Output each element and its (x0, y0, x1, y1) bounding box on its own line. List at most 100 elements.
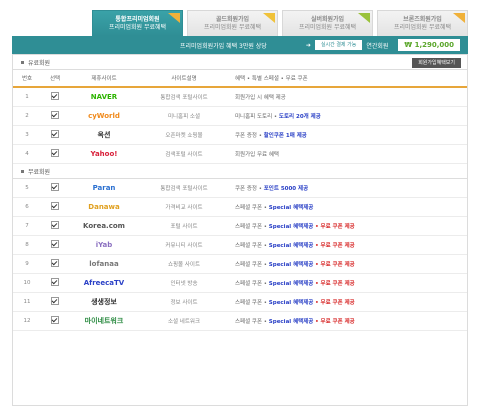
corner-flag-icon (358, 13, 370, 23)
row-checkbox[interactable] (41, 111, 69, 121)
col-info: 혜택 • 특별 스페셜 • 무료 쿠폰 (235, 76, 308, 82)
site-logo[interactable]: Paran (69, 183, 139, 193)
site-logo[interactable]: Yahoo! (69, 149, 139, 159)
tab-title: 통합프리미엄회원 (115, 15, 160, 23)
site-benefits: 스페셜 쿠폰 • Special 혜택제공 • 무료 쿠폰 제공 (229, 279, 467, 287)
row-checkbox[interactable] (41, 259, 69, 269)
benefit-link[interactable]: Special 혜택제공 (269, 319, 314, 325)
check-icon (51, 183, 59, 191)
site-logo[interactable]: lofanaa (69, 259, 139, 269)
benefit-link[interactable]: Special 혜택제공 (269, 205, 314, 211)
total-price: ₩ 1,290,000 (398, 39, 460, 51)
site-benefits: 회원가입 무료 혜택 (229, 150, 467, 158)
check-icon (51, 202, 59, 210)
check-icon (51, 111, 59, 119)
site-description: 소셜 네트워크 (167, 319, 201, 325)
table-row: 6 Danawa 가격비교 사이트 스페셜 쿠폰 • Special 혜택제공 (13, 198, 467, 217)
benefit-link[interactable]: Special 혜택제공 (269, 300, 314, 306)
site-logo[interactable]: AfreecaTV (69, 278, 139, 288)
section-title: 무료회원 (28, 168, 51, 176)
col-desc: 사이트설명 (171, 76, 197, 82)
tab-title: 브론즈회원가입 (403, 15, 442, 23)
row-checkbox[interactable] (41, 149, 69, 159)
row-checkbox[interactable] (41, 278, 69, 288)
logo-text: Paran (92, 184, 116, 192)
site-benefits: 스페셜 쿠폰 • Special 혜택제공 (229, 203, 467, 211)
row-checkbox[interactable] (41, 183, 69, 193)
row-checkbox[interactable] (41, 316, 69, 326)
benefit-text: 스페셜 쿠폰 • (235, 243, 268, 249)
logo-text: NAVER (90, 93, 118, 101)
benefit-link[interactable]: Special 혜택제공 (269, 262, 314, 268)
site-description: 미니홈피 소셜 (167, 114, 201, 120)
site-logo[interactable]: 마이네트워크 (69, 316, 139, 326)
site-description: 정보 사이트 (170, 300, 198, 306)
tab-subtitle: 프리미엄회원 무료혜택 (203, 23, 262, 31)
site-description: 검색포털 사이트 (165, 152, 203, 158)
benefit-coupon[interactable]: • 무료 쿠폰 제공 (315, 300, 355, 306)
site-logo[interactable]: 옥션 (69, 130, 139, 140)
row-checkbox[interactable] (41, 240, 69, 250)
logo-text: AfreecaTV (83, 279, 125, 287)
benefit-coupon[interactable]: • 무료 쿠폰 제공 (315, 224, 355, 230)
arrow-icon: ➜ (305, 41, 311, 49)
table-row: 2 cyWorld 미니홈피 소셜 미니홈피 도토리 • 도토리 20개 제공 (13, 107, 467, 126)
check-icon (51, 130, 59, 138)
tab-title: 골드회원가입 (215, 15, 250, 23)
table-row: 11 생생정보 정보 사이트 스페셜 쿠폰 • Special 혜택제공 • 무료 쿠… (13, 293, 467, 312)
row-checkbox[interactable] (41, 202, 69, 212)
check-icon (51, 278, 59, 286)
site-logo[interactable]: Korea.com (69, 221, 139, 231)
logo-text: Danawa (88, 203, 120, 211)
tab-title: 실버회원가입 (310, 15, 345, 23)
row-number: 4 (25, 151, 29, 157)
benefit-link[interactable]: 도토리 20개 제공 (279, 114, 321, 120)
site-logo[interactable]: NAVER (69, 92, 139, 102)
site-logo[interactable]: 생생정보 (69, 297, 139, 307)
site-benefits: 스페셜 쿠폰 • Special 혜택제공 • 무료 쿠폰 제공 (229, 241, 467, 249)
row-number: 2 (25, 113, 29, 119)
benefit-link[interactable]: 포인트 5000 제공 (264, 186, 308, 192)
benefit-link[interactable]: Special 혜택제공 (269, 281, 314, 287)
row-checkbox[interactable] (41, 297, 69, 307)
site-description: 포털 사이트 (170, 224, 198, 230)
row-checkbox[interactable] (41, 221, 69, 231)
corner-flag-icon (263, 13, 275, 23)
site-description: 오픈마켓 쇼핑몰 (165, 133, 203, 139)
row-checkbox[interactable] (41, 130, 69, 140)
benefits-button[interactable]: 회원가입혜택보기 (412, 58, 461, 68)
row-number: 10 (23, 280, 31, 286)
tab-gold[interactable]: 골드회원가입 프리미엄회원 무료혜택 (187, 10, 278, 36)
table-row: 1 NAVER 통합검색 포털사이트 회원가입 시 혜택 제공 (13, 88, 467, 107)
benefit-link[interactable]: Special 혜택제공 (269, 243, 314, 249)
site-description: 인터넷 방송 (170, 281, 198, 287)
benefit-coupon[interactable]: • 무료 쿠폰 제공 (315, 319, 355, 325)
site-logo[interactable]: iYab (69, 240, 139, 250)
tab-subtitle: 프리미엄회원 무료혜택 (108, 23, 167, 31)
check-icon (51, 316, 59, 324)
logo-text: Yahoo! (90, 150, 118, 158)
corner-flag-icon (453, 13, 465, 23)
tab-silver[interactable]: 실버회원가입 프리미엄회원 무료혜택 (282, 10, 373, 36)
tab-bronze[interactable]: 브론즈회원가입 프리미엄회원 무료혜택 (377, 10, 468, 36)
benefit-coupon[interactable]: • 무료 쿠폰 제공 (315, 243, 355, 249)
site-logo[interactable]: cyWorld (69, 111, 139, 121)
membership-page: 통합프리미엄회원 프리미엄회원 무료혜택 골드회원가입 프리미엄회원 무료혜택 … (12, 10, 468, 406)
benefit-coupon[interactable]: • 무료 쿠폰 제공 (315, 262, 355, 268)
tab-premium[interactable]: 통합프리미엄회원 프리미엄회원 무료혜택 (92, 10, 183, 36)
benefit-text: 스페셜 쿠폰 • (235, 205, 268, 211)
check-icon (51, 259, 59, 267)
check-icon (51, 92, 59, 100)
benefit-text: 미니홈피 도토리 • (235, 114, 278, 120)
benefit-text: 스페셜 쿠폰 • (235, 224, 268, 230)
site-logo[interactable]: Danawa (69, 202, 139, 212)
table-row: 4 Yahoo! 검색포털 사이트 회원가입 무료 혜택 (13, 145, 467, 164)
tab-subtitle: 프리미엄회원 무료혜택 (393, 23, 452, 31)
row-checkbox[interactable] (41, 92, 69, 102)
benefit-coupon[interactable]: • 무료 쿠폰 제공 (315, 281, 355, 287)
logo-text: iYab (95, 241, 113, 249)
site-benefits: 스페셜 쿠폰 • Special 혜택제공 • 무료 쿠폰 제공 (229, 222, 467, 230)
benefit-link[interactable]: Special 혜택제공 (269, 224, 314, 230)
site-description: 가격비교 사이트 (165, 205, 203, 211)
benefit-link[interactable]: 할인쿠폰 1매 제공 (264, 133, 307, 139)
